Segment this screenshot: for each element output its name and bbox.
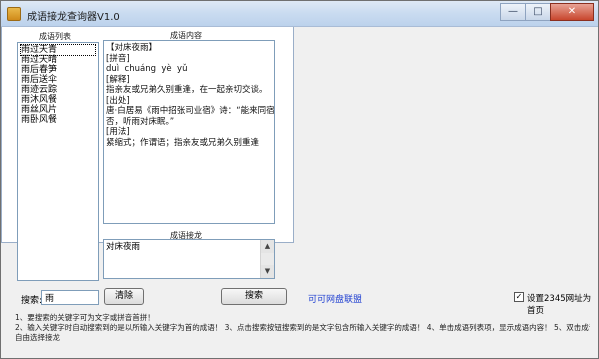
search-input[interactable] [41,290,99,305]
chain-line: 对床夜雨 [106,242,141,252]
idiom-list[interactable]: 雨过天青 雨过天晴 雨后春笋 雨后送伞 雨迹云踪 雨沐风餐 雨丝风片 雨卧风餐 [17,42,99,281]
list-item[interactable]: 雨卧风餐 [21,115,95,125]
idiom-list-caption: 成语列表 [39,32,71,41]
scroll-down-icon[interactable]: ▼ [261,265,274,278]
content-line: [出处] [106,95,130,106]
chain-scrollbar[interactable]: ▲ ▼ [260,240,274,278]
close-button[interactable]: ✕ [550,3,594,21]
content-line: [用法] [106,127,130,137]
idiom-content-textbox[interactable]: 【对床夜雨】 [拼音] duì chuáng yè yǔ [解释] 指亲友或兄弟… [103,40,275,224]
content-line: 否，听雨对床眠。” [106,116,175,127]
minimize-button[interactable]: — [500,3,526,21]
list-item[interactable]: 雨后春笋 [21,65,95,75]
instructions: 1、要搜索的关键字可为文字或拼音首拼！ 2、输入关键字时自动搜索到的是以所输入关… [15,313,590,343]
promo-link[interactable]: 可可网盘联盟 [308,292,362,305]
list-item[interactable]: 雨过天晴 [21,55,95,65]
homepage-checkbox[interactable]: ✓ [514,292,524,302]
content-line: [拼音] [106,53,130,64]
list-item[interactable]: 雨沐风餐 [21,95,95,105]
window-controls: — □ ✕ [500,3,594,21]
list-item[interactable]: 雨过天青 [20,44,96,56]
content-line: duì chuáng yè yǔ [106,64,188,74]
list-item[interactable]: 雨丝风片 [21,105,95,115]
chain-textbox[interactable]: 对床夜雨 ▲ ▼ [103,239,275,279]
app-icon [7,7,21,21]
title-bar[interactable]: 成语接龙查询器V1.0 — □ ✕ [1,1,598,27]
instruction-line: 自由选择接龙 [15,333,60,342]
content-line: 【对床夜雨】 [106,43,158,53]
content-line: 紧缩式；作谓语；指亲友或兄弟久别重逢 [106,137,260,148]
search-button[interactable]: 搜索 [221,288,287,305]
maximize-button[interactable]: □ [525,3,551,21]
list-item[interactable]: 雨迹云踪 [21,85,95,95]
scroll-up-icon[interactable]: ▲ [261,240,274,253]
list-item[interactable]: 雨后送伞 [21,75,95,85]
window-title: 成语接龙查询器V1.0 [27,12,120,23]
app-window: 成语接龙查询器V1.0 — □ ✕ 成语列表 成语内容 成语接龙 雨过天青 雨过… [0,0,599,359]
instruction-line: 2、输入关键字时自动搜索到的是以所输入关键字为首的成语！ 3、点击搜索按钮搜索到… [15,323,590,332]
clear-button[interactable]: 清除 [104,288,144,305]
search-label: 搜索: [21,296,43,306]
content-line: [解释] [106,74,130,85]
content-line: 唐·白居易《雨中招张司业宿》诗：“能来同宿 [106,106,275,116]
content-line: 指亲友或兄弟久别重逢，在一起亲切交谈。 [106,85,268,95]
instruction-line: 1、要搜索的关键字可为文字或拼音首拼！ [15,313,155,322]
